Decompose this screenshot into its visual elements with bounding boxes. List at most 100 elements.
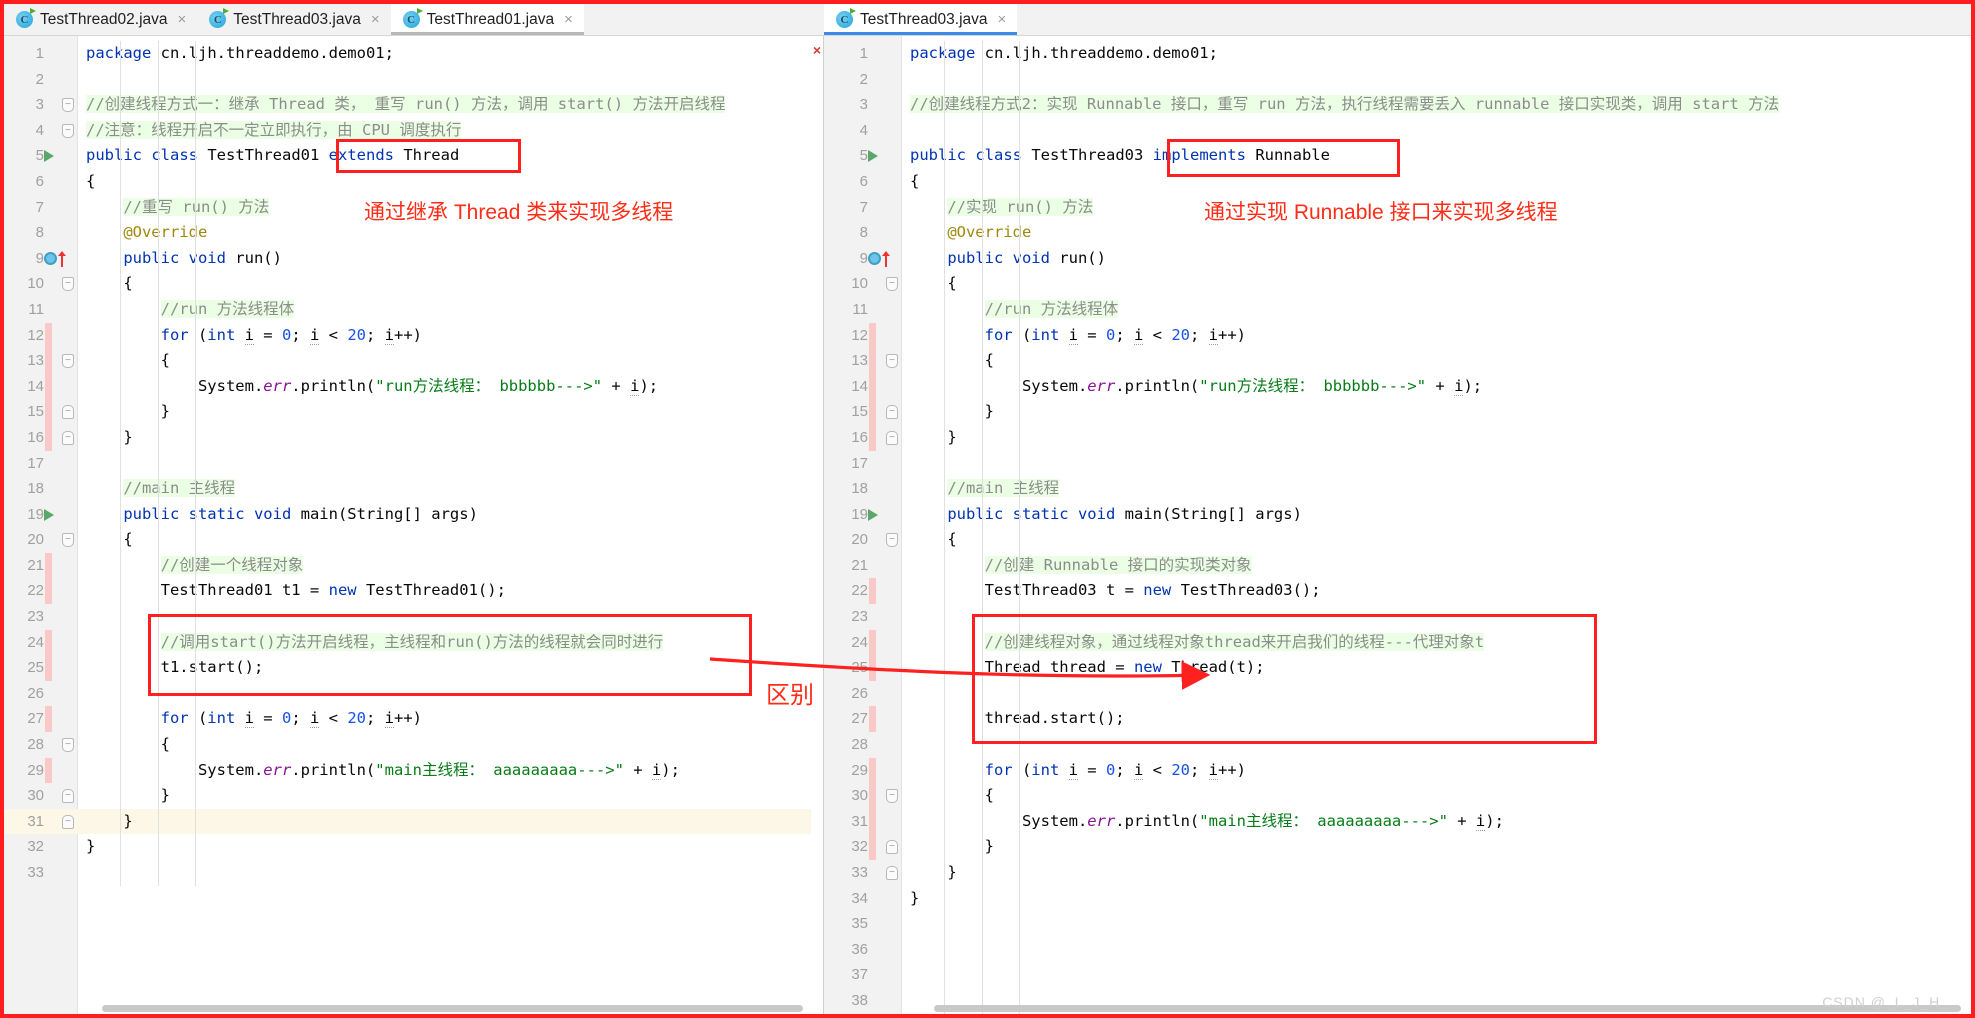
code-line[interactable]: 26	[4, 681, 823, 707]
code-line[interactable]: 34}	[824, 886, 1971, 912]
code-fold-toggle[interactable]: −	[886, 840, 898, 855]
code-line[interactable]: 37	[824, 962, 1971, 988]
code-line[interactable]: 19 public static void main(String[] args)	[4, 502, 823, 528]
code-line[interactable]: 17	[4, 451, 823, 477]
code-line[interactable]: 4 −//注意：线程开启不一定立即执行，由 CPU 调度执行	[4, 118, 823, 144]
code-line[interactable]: 29 for (int i = 0; i < 20; i++)	[824, 757, 1971, 784]
code-line[interactable]: 12 for (int i = 0; i < 20; i++)	[824, 322, 1971, 349]
code-fold-toggle[interactable]: −	[886, 405, 898, 420]
code-line[interactable]: 16 −}	[824, 424, 1971, 451]
editor-pane-right[interactable]: 1 package cn.ljh.threaddemo.demo01; 2 3//创建…	[824, 36, 1971, 1014]
code-line[interactable]: 1 package cn.ljh.threaddemo.demo01;	[4, 41, 823, 67]
code-fold-toggle[interactable]: −	[62, 430, 74, 445]
code-fold-toggle[interactable]: −	[62, 738, 74, 753]
code-line[interactable]: 14 System.err.println("run方法线程： bbbbbb---…	[4, 373, 823, 400]
code-line[interactable]: 9 public void run()	[824, 246, 1971, 272]
code-line[interactable]: 3 //创建线程方式2：实现 Runnable 接口，重写 run 方法，执行线程…	[824, 92, 1971, 118]
run-gutter-icon[interactable]	[44, 150, 54, 163]
code-line[interactable]: 3 −//创建线程方式一：继承 Thread 类， 重写 run() 方法，调用 …	[4, 92, 823, 118]
editor-pane-left[interactable]: 1 package cn.ljh.threaddemo.demo01; 2 3−//创…	[4, 36, 824, 1014]
code-fold-toggle[interactable]: −	[62, 277, 74, 292]
code-line[interactable]: 14 System.err.println("run方法线程： bbbbbb---…	[824, 373, 1971, 400]
horizontal-scrollbar-left[interactable]	[102, 1005, 803, 1012]
code-fold-toggle[interactable]: −	[62, 123, 74, 138]
code-line[interactable]: 15 −}	[824, 399, 1971, 425]
editor-tab-testthread03-java[interactable]: C TestThread03.java ×	[824, 4, 1018, 35]
code-line[interactable]: 9 public void run()	[4, 246, 823, 272]
code-fold-toggle[interactable]: −	[62, 98, 74, 113]
code-line[interactable]: 13 − {	[824, 348, 1971, 374]
code-line[interactable]: 35	[824, 911, 1971, 937]
code-fold-toggle[interactable]: −	[62, 405, 74, 420]
code-line[interactable]: 26	[824, 681, 1971, 707]
code-line[interactable]: 30 − {	[824, 783, 1971, 809]
code-fold-toggle[interactable]: −	[886, 354, 898, 369]
editor-tab-testthread03-java[interactable]: C TestThread03.java ×	[197, 4, 391, 35]
code-line[interactable]: 20 − {	[4, 527, 823, 553]
run-gutter-icon[interactable]	[868, 150, 878, 163]
code-line[interactable]: 10 − {	[4, 271, 823, 297]
code-line[interactable]: 31 −}	[4, 808, 823, 835]
run-gutter-icon[interactable]	[44, 508, 54, 521]
code-line[interactable]: 4	[824, 118, 1971, 144]
code-line[interactable]: 36	[824, 937, 1971, 963]
editor-tab-testthread02-java[interactable]: C TestThread02.java ×	[4, 4, 198, 35]
code-line[interactable]: 23	[824, 604, 1971, 630]
code-fold-toggle[interactable]: −	[62, 814, 74, 829]
code-line[interactable]: 24 //创建线程对象，通过线程对象thread来开启我们的线程---代理对象t	[824, 629, 1971, 656]
close-icon[interactable]: ×	[178, 12, 187, 27]
code-line[interactable]: 32}	[4, 834, 823, 860]
code-line[interactable]: 27 for (int i = 0; i < 20; i++)	[4, 706, 823, 733]
code-line[interactable]: 15 −}	[4, 399, 823, 425]
code-fold-toggle[interactable]: −	[886, 866, 898, 880]
code-line[interactable]: 22 TestThread01 t1 = new TestThread01();	[4, 578, 823, 605]
vertical-scrollbar-left[interactable]: ×	[811, 36, 823, 1014]
code-line[interactable]: 20 − {	[824, 527, 1971, 553]
close-icon[interactable]: ×	[371, 12, 380, 27]
code-line[interactable]: 22 TestThread03 t = new TestThread03();	[824, 578, 1971, 605]
code-line[interactable]: 11 //run 方法线程体	[4, 297, 823, 323]
code-line[interactable]: 33	[4, 860, 823, 886]
code-fold-toggle[interactable]: −	[62, 533, 74, 548]
editor-tab-testthread01-java[interactable]: C TestThread01.java ×	[390, 4, 585, 35]
code-line[interactable]: 5 public class TestThread01 extends Threa…	[4, 143, 823, 169]
code-line[interactable]: 2	[824, 67, 1971, 93]
code-line[interactable]: 29 System.err.println("main主线程： aaaaaaaaa…	[4, 757, 823, 784]
code-line[interactable]: 28 − {	[4, 732, 823, 758]
code-line[interactable]: 27 thread.start();	[824, 706, 1971, 733]
code-lines-left[interactable]: 1 package cn.ljh.threaddemo.demo01; 2 3−//创…	[4, 36, 823, 1014]
code-fold-toggle[interactable]: −	[886, 277, 898, 292]
code-fold-toggle[interactable]: −	[62, 789, 74, 804]
code-lines-right[interactable]: 1 package cn.ljh.threaddemo.demo01; 2 3//创建…	[824, 36, 1971, 1014]
code-line[interactable]: 21 //创建 Runnable 接口的实现类对象	[824, 553, 1971, 579]
code-line[interactable]: 21 //创建一个线程对象	[4, 552, 823, 579]
close-icon[interactable]: ×	[564, 12, 573, 27]
code-line[interactable]: 5 public class TestThread03 implements Ru…	[824, 143, 1971, 169]
code-line[interactable]: 2	[4, 67, 823, 93]
code-line[interactable]: 25 t1.start();	[4, 655, 823, 681]
code-line[interactable]: 31 System.err.println("main主线程： aaaaaaaaa…	[824, 808, 1971, 835]
code-line[interactable]: 33 −}	[824, 860, 1971, 886]
code-line[interactable]: 11 //run 方法线程体	[824, 297, 1971, 323]
override-method-icon[interactable]	[868, 250, 890, 267]
run-gutter-icon[interactable]	[868, 508, 878, 521]
code-line[interactable]: 16 −}	[4, 424, 823, 451]
code-line[interactable]: 23	[4, 604, 823, 630]
code-fold-toggle[interactable]: −	[886, 533, 898, 548]
code-line[interactable]: 18 //main 主线程	[824, 476, 1971, 502]
code-fold-toggle[interactable]: −	[886, 789, 898, 804]
code-line[interactable]: 12 for (int i = 0; i < 20; i++)	[4, 322, 823, 349]
code-line[interactable]: 6{	[824, 169, 1971, 195]
code-line[interactable]: 32 −}	[824, 834, 1971, 860]
code-line[interactable]: 6{	[4, 169, 823, 195]
code-line[interactable]: 1 package cn.ljh.threaddemo.demo01;	[824, 41, 1971, 67]
code-line[interactable]: 25 Thread thread = new Thread(t);	[824, 655, 1971, 681]
code-line[interactable]: 10 − {	[824, 271, 1971, 297]
code-line[interactable]: 28	[824, 732, 1971, 758]
code-line[interactable]: 24 //调用start()方法开启线程，主线程和run()方法的线程就会同时进行	[4, 629, 823, 656]
code-line[interactable]: 13 − {	[4, 348, 823, 374]
code-fold-toggle[interactable]: −	[886, 430, 898, 445]
code-line[interactable]: 18 //main 主线程	[4, 476, 823, 502]
horizontal-scrollbar-right[interactable]	[934, 1005, 1961, 1012]
close-icon[interactable]: ×	[998, 12, 1007, 27]
